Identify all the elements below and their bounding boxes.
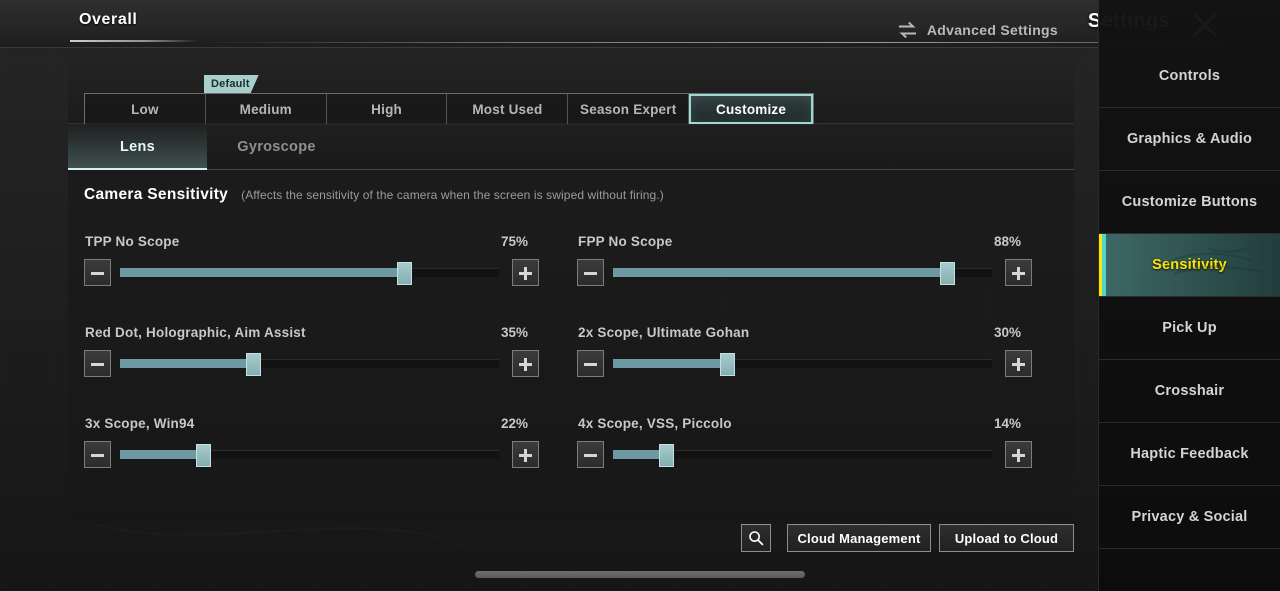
sidebar-item-haptic-feedback[interactable]: Haptic Feedback [1099,423,1280,486]
increase-button[interactable] [512,259,539,286]
bottom-action-bar: Cloud Management Upload to Cloud [68,524,1074,568]
sensitivity-slider-grid: TPP No Scope 75% FPP No Scope 88% Red Do… [68,226,1074,499]
slider-track-fill [120,450,204,459]
sidebar-item-graphics-audio[interactable]: Graphics & Audio [1099,108,1280,171]
search-icon [749,531,764,546]
overall-tab[interactable]: Overall [79,11,137,29]
slider-track-fill [120,268,405,277]
slider-fpp-no-scope: FPP No Scope 88% [577,226,1032,317]
section-description: (Affects the sensitivity of the camera w… [241,188,664,202]
advanced-settings-button[interactable]: Advanced Settings [898,22,1058,38]
slider-track[interactable] [613,262,992,285]
tab-lens[interactable]: Lens [68,124,207,170]
slider-row: TPP No Scope 75% FPP No Scope 88% [68,226,1074,317]
preset-button-most-used[interactable]: Most Used [447,94,569,124]
slider-value: 88% [993,234,1021,249]
upload-to-cloud-button[interactable]: Upload to Cloud [939,524,1074,552]
slider-thumb[interactable] [939,262,955,285]
default-preset-tag: Default [204,75,259,93]
sidebar-item-controls[interactable]: Controls [1099,45,1280,108]
slider-value: 30% [993,325,1021,340]
tab-gyroscope[interactable]: Gyroscope [207,124,346,170]
section-title: Camera Sensitivity [84,186,229,203]
slider-thumb[interactable] [196,444,212,467]
slider-label: 4x Scope, VSS, Piccolo [578,416,732,431]
increase-button[interactable] [1005,441,1032,468]
swap-arrows-icon [898,22,916,38]
preset-button-low[interactable]: Low [85,94,206,124]
slider-thumb[interactable] [245,353,261,376]
slider-thumb[interactable] [397,262,413,285]
slider-thumb[interactable] [659,444,675,467]
top-bar: Overall Advanced Settings Settings [0,0,1280,48]
slider-label: FPP No Scope [578,234,673,249]
slider-row: 3x Scope, Win94 22% 4x Scope, VSS, Picco… [68,408,1074,499]
preset-button-medium[interactable]: Medium [206,94,327,124]
sidebar-item-privacy-social[interactable]: Privacy & Social [1099,486,1280,549]
slider-value: 35% [500,325,528,340]
slider-track-fill [120,359,253,368]
preset-button-season-expert[interactable]: Season Expert [568,94,690,124]
decrease-button[interactable] [84,350,111,377]
preset-button-group: Low Medium High Most Used Season Expert … [84,93,814,125]
increase-button[interactable] [512,350,539,377]
advanced-settings-label: Advanced Settings [926,22,1058,38]
slider-label: 2x Scope, Ultimate Gohan [578,325,750,340]
overall-tab-underline [70,40,198,42]
increase-button[interactable] [1005,259,1032,286]
slider-red-dot-holographic-aim-assist: Red Dot, Holographic, Aim Assist 35% [84,317,539,408]
slider-track[interactable] [613,353,992,376]
increase-button[interactable] [1005,350,1032,377]
sidebar-item-crosshair[interactable]: Crosshair [1099,360,1280,423]
slider-label: Red Dot, Holographic, Aim Assist [85,325,306,340]
slider-track-fill [613,359,727,368]
settings-sidebar: Controls Graphics & Audio Customize Butt… [1098,0,1280,591]
section-header: Camera Sensitivity (Affects the sensitiv… [84,186,664,204]
slider-thumb[interactable] [719,353,735,376]
slider-track[interactable] [120,353,499,376]
decrease-button[interactable] [84,259,111,286]
preset-bar: Default Low Medium High Most Used Season… [68,52,1074,125]
sensitivity-content: Camera Sensitivity (Affects the sensitiv… [68,170,1074,524]
settings-screen: Overall Advanced Settings Settings Defau… [0,0,1280,591]
slider-label: 3x Scope, Win94 [85,416,195,431]
increase-button[interactable] [512,441,539,468]
sidebar-item-label: Sensitivity [1152,257,1227,273]
horizontal-scrollbar[interactable] [475,571,805,578]
slider-track[interactable] [120,262,499,285]
main-panel: Default Low Medium High Most Used Season… [68,52,1074,524]
search-button[interactable] [741,524,771,552]
slider-row: Red Dot, Holographic, Aim Assist 35% 2x … [68,317,1074,408]
slider-value: 14% [993,416,1021,431]
cloud-management-button[interactable]: Cloud Management [787,524,931,552]
slider-value: 75% [500,234,528,249]
slider-tpp-no-scope: TPP No Scope 75% [84,226,539,317]
slider-2x-scope-ultimate-gohan: 2x Scope, Ultimate Gohan 30% [577,317,1032,408]
sidebar-item-sensitivity[interactable]: Sensitivity [1099,234,1280,297]
sidebar-item-customize-buttons[interactable]: Customize Buttons [1099,171,1280,234]
slider-4x-scope-vss-piccolo: 4x Scope, VSS, Piccolo 14% [577,408,1032,499]
slider-track[interactable] [120,444,499,467]
slider-value: 22% [500,416,528,431]
decrease-button[interactable] [84,441,111,468]
decrease-button[interactable] [577,441,604,468]
slider-track-fill [613,268,947,277]
lens-gyroscope-tabbar: Lens Gyroscope [68,124,1074,170]
preset-button-customize[interactable]: Customize [689,94,813,124]
sidebar-item-pick-up[interactable]: Pick Up [1099,297,1280,360]
slider-label: TPP No Scope [85,234,180,249]
slider-track[interactable] [613,444,992,467]
preset-button-high[interactable]: High [327,94,448,124]
decrease-button[interactable] [577,259,604,286]
decrease-button[interactable] [577,350,604,377]
slider-3x-scope-win94: 3x Scope, Win94 22% [84,408,539,499]
